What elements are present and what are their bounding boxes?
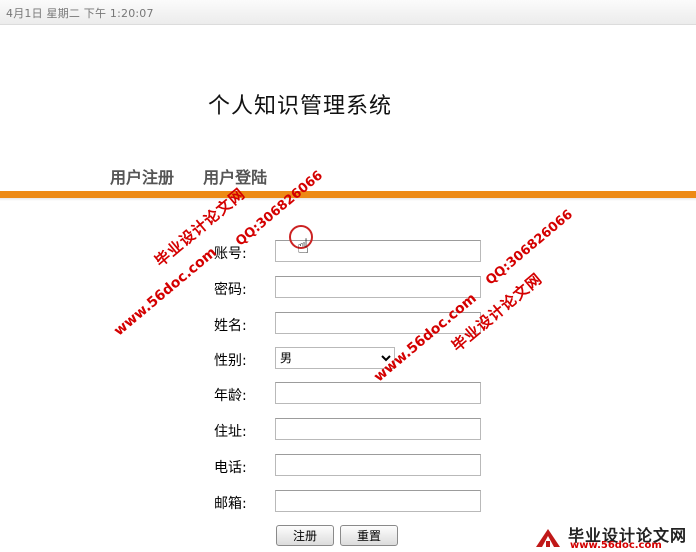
password-input[interactable] [275,276,481,298]
status-bar: 4月1日 星期二 下午 1:20:07 [0,0,696,25]
phone-input[interactable] [275,454,481,476]
reset-button[interactable]: 重置 [340,525,398,546]
logo-url: www.56doc.com [570,540,662,551]
email-input[interactable] [275,490,481,512]
submit-button[interactable]: 注册 [276,525,334,546]
age-label: 年龄: [214,388,247,404]
site-logo: 毕业设计论文网 www.56doc.com [530,521,696,552]
nav-menu: 用户注册 用户登陆 [110,164,291,188]
gender-select[interactable]: 男 [275,347,395,369]
divider-shadow [0,198,696,201]
age-input[interactable] [275,382,481,404]
address-input[interactable] [275,418,481,440]
phone-label: 电话: [214,460,247,476]
name-label: 姓名: [214,318,247,334]
gender-label: 性别: [214,353,247,369]
accent-divider [0,191,696,198]
address-label: 住址: [214,424,247,440]
password-label: 密码: [214,282,247,298]
hand-cursor-icon: ☝ [297,234,310,258]
page-title: 个人知识管理系统 [208,94,393,119]
logo-emblem-icon [536,529,560,547]
nav-register-link[interactable]: 用户注册 [110,168,174,187]
email-label: 邮箱: [214,496,247,512]
datetime-display: 4月1日 星期二 下午 1:20:07 [6,7,154,20]
